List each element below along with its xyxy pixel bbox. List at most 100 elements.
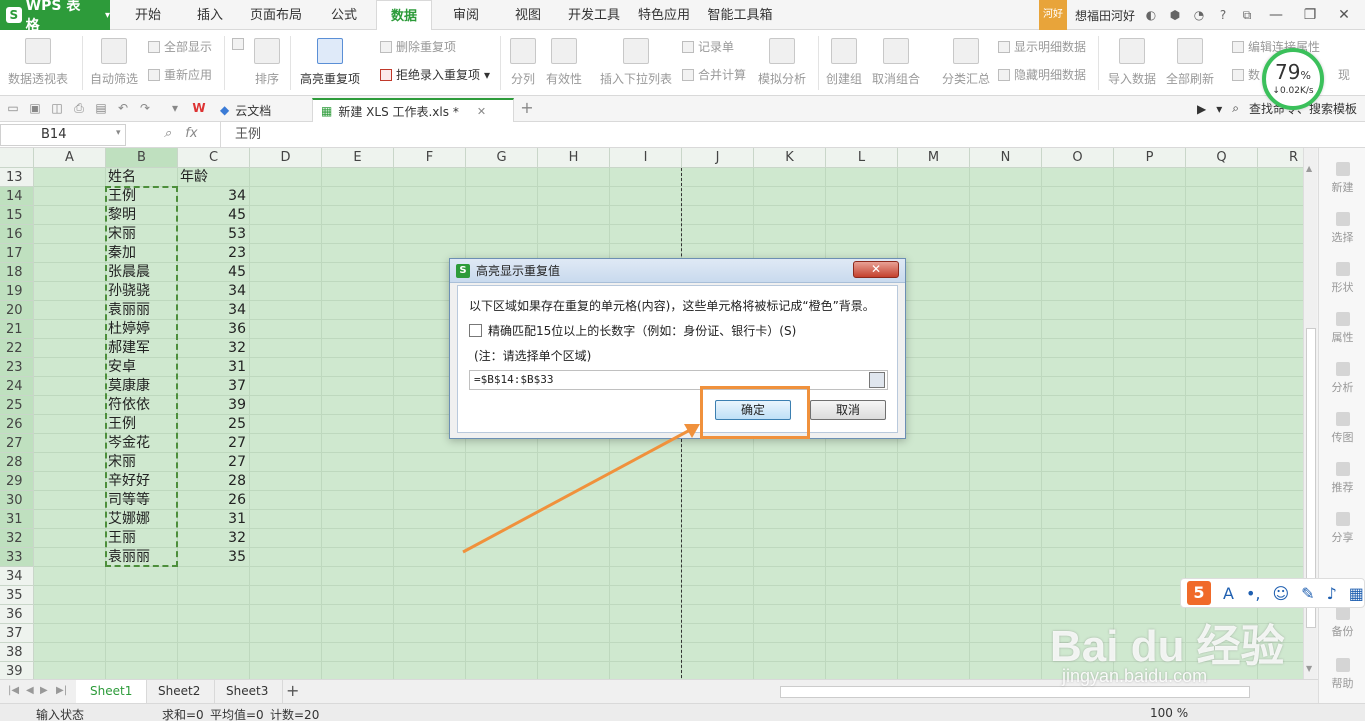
select-all-corner[interactable] — [0, 148, 34, 168]
formula-input[interactable]: 王例 — [220, 122, 261, 148]
text-icon[interactable]: A — [1223, 584, 1234, 603]
help-icon[interactable]: ? — [1215, 7, 1231, 23]
maximize-button[interactable]: ❐ — [1297, 7, 1323, 23]
network-speed-meter[interactable]: 79% ↓0.02K/s — [1262, 48, 1324, 110]
row-header[interactable]: 26 — [0, 415, 34, 434]
sogou-5-icon[interactable]: 5 — [1187, 581, 1211, 605]
print-icon[interactable]: ⎙ — [72, 101, 86, 115]
insert-dropdown-button[interactable]: 插入下拉列表 — [600, 38, 672, 87]
save-icon[interactable]: ▣ — [28, 101, 42, 115]
tab-page-layout[interactable]: 页面布局 — [244, 0, 308, 30]
cell-age[interactable]: 25 — [178, 415, 250, 434]
tab-insert[interactable]: 插入 — [184, 0, 236, 30]
reject-duplicates-button[interactable]: 拒绝录入重复项 ▾ — [380, 66, 490, 83]
row-header[interactable]: 14 — [0, 187, 34, 206]
reapply-button[interactable]: 重新应用 — [148, 66, 212, 83]
chevron-down-icon[interactable]: ▾ — [116, 128, 121, 138]
cell-age[interactable]: 32 — [178, 529, 250, 548]
remove-duplicates-button[interactable]: 删除重复项 — [380, 38, 456, 55]
new-tab-icon[interactable]: + — [520, 100, 534, 116]
cell-age[interactable]: 26 — [178, 491, 250, 510]
sidebar-item[interactable]: 属性 — [1319, 312, 1365, 345]
bell-icon[interactable]: ◔ — [1191, 7, 1207, 23]
next-sheet-icon[interactable]: ▶ — [40, 685, 52, 696]
print-preview-icon[interactable]: ◫ — [50, 101, 64, 115]
column-header-m[interactable]: M — [898, 148, 970, 168]
pen-icon[interactable]: ✎ — [1301, 584, 1314, 603]
dialog-close-button[interactable]: ✕ — [853, 261, 899, 278]
row-header[interactable]: 17 — [0, 244, 34, 263]
row-header[interactable]: 19 — [0, 282, 34, 301]
row-header[interactable]: 35 — [0, 586, 34, 605]
highlight-duplicates-button[interactable]: 高亮重复项 — [300, 38, 360, 87]
cell-header-name[interactable]: 姓名 — [108, 168, 178, 187]
close-window-button[interactable]: ✕ — [1331, 7, 1357, 23]
cell-age[interactable]: 53 — [178, 225, 250, 244]
cell-age[interactable]: 23 — [178, 244, 250, 263]
records-button[interactable]: 记录单 — [682, 38, 734, 55]
column-header-d[interactable]: D — [250, 148, 322, 168]
punctuation-icon[interactable]: •, — [1246, 584, 1261, 603]
column-header-r[interactable]: R — [1258, 148, 1303, 168]
subtotal-button[interactable]: 分类汇总 — [942, 38, 990, 87]
tab-smart-tools[interactable]: 智能工具箱 — [704, 0, 776, 30]
tab-home[interactable]: 开始 — [122, 0, 174, 30]
refresh-all-button[interactable]: 全部刷新 — [1166, 38, 1214, 87]
minimize-button[interactable]: — — [1263, 7, 1289, 23]
cell-age[interactable]: 31 — [178, 510, 250, 529]
tab-data[interactable]: 数据 — [376, 0, 432, 31]
cell-age[interactable]: 34 — [178, 187, 250, 206]
autofilter-button[interactable]: 自动筛选 — [90, 38, 138, 87]
row-header[interactable]: 30 — [0, 491, 34, 510]
simulate-analysis-button[interactable]: 模拟分析 — [758, 38, 806, 87]
sidebar-item[interactable]: 分析 — [1319, 362, 1365, 395]
first-sheet-icon[interactable]: |◀ — [8, 685, 20, 696]
sidebar-item[interactable]: 新建 — [1319, 162, 1365, 195]
column-header-g[interactable]: G — [466, 148, 538, 168]
long-number-checkbox-row[interactable]: 精确匹配15位以上的长数字（例如：身份证、银行卡）(S) — [469, 322, 796, 339]
sidebar-item[interactable]: 推荐 — [1319, 462, 1365, 495]
column-header-e[interactable]: E — [322, 148, 394, 168]
cell-age[interactable]: 31 — [178, 358, 250, 377]
window-restore-icon[interactable]: ⧉ — [1239, 7, 1255, 23]
row-header[interactable]: 21 — [0, 320, 34, 339]
cell-age[interactable]: 36 — [178, 320, 250, 339]
row-header[interactable]: 33 — [0, 548, 34, 567]
show-all-button[interactable]: 全部显示 — [148, 38, 212, 55]
cell-age[interactable]: 39 — [178, 396, 250, 415]
split-column-button[interactable]: 分列 — [510, 38, 536, 87]
row-header[interactable]: 18 — [0, 263, 34, 282]
column-header-n[interactable]: N — [970, 148, 1042, 168]
scroll-up-icon[interactable]: ▲ — [1306, 164, 1312, 173]
cell-age[interactable]: 34 — [178, 301, 250, 320]
validity-button[interactable]: 有效性 — [546, 38, 582, 87]
column-header-j[interactable]: J — [682, 148, 754, 168]
tab-workbook[interactable]: ▦ 新建 XLS 工作表.xls * ✕ — [312, 98, 514, 122]
shirt-icon[interactable]: ⬢ — [1167, 7, 1183, 23]
data-more-button[interactable]: 数 — [1232, 66, 1260, 83]
column-header-p[interactable]: P — [1114, 148, 1186, 168]
cell-age[interactable]: 37 — [178, 377, 250, 396]
last-sheet-icon[interactable]: ▶| — [56, 685, 68, 696]
undo-icon[interactable]: ↶ — [116, 101, 130, 115]
import-data-button[interactable]: 导入数据 — [1108, 38, 1156, 87]
merge-calc-button[interactable]: 合并计算 — [682, 66, 746, 83]
long-number-checkbox[interactable] — [469, 324, 482, 337]
row-header[interactable]: 15 — [0, 206, 34, 225]
row-header[interactable]: 28 — [0, 453, 34, 472]
user-name[interactable]: 想福田河好 — [1075, 7, 1135, 24]
cell-age[interactable]: 32 — [178, 339, 250, 358]
pivot-table-button[interactable]: 数据透视表 — [8, 38, 68, 87]
prev-sheet-icon[interactable]: ◀ — [26, 685, 38, 696]
column-header-a[interactable]: A — [34, 148, 106, 168]
cell-header-age[interactable]: 年龄 — [180, 168, 250, 187]
dialog-titlebar[interactable]: S 高亮显示重复值 — [450, 259, 905, 283]
cell-age[interactable]: 45 — [178, 206, 250, 225]
present-button[interactable]: 现 — [1338, 66, 1350, 83]
mic-icon[interactable]: ♪ — [1327, 584, 1337, 603]
sort-button[interactable]: 排序 — [254, 38, 280, 87]
column-header-f[interactable]: F — [394, 148, 466, 168]
column-header-c[interactable]: C — [178, 148, 250, 168]
sidebar-item[interactable]: 形状 — [1319, 262, 1365, 295]
column-header-h[interactable]: H — [538, 148, 610, 168]
